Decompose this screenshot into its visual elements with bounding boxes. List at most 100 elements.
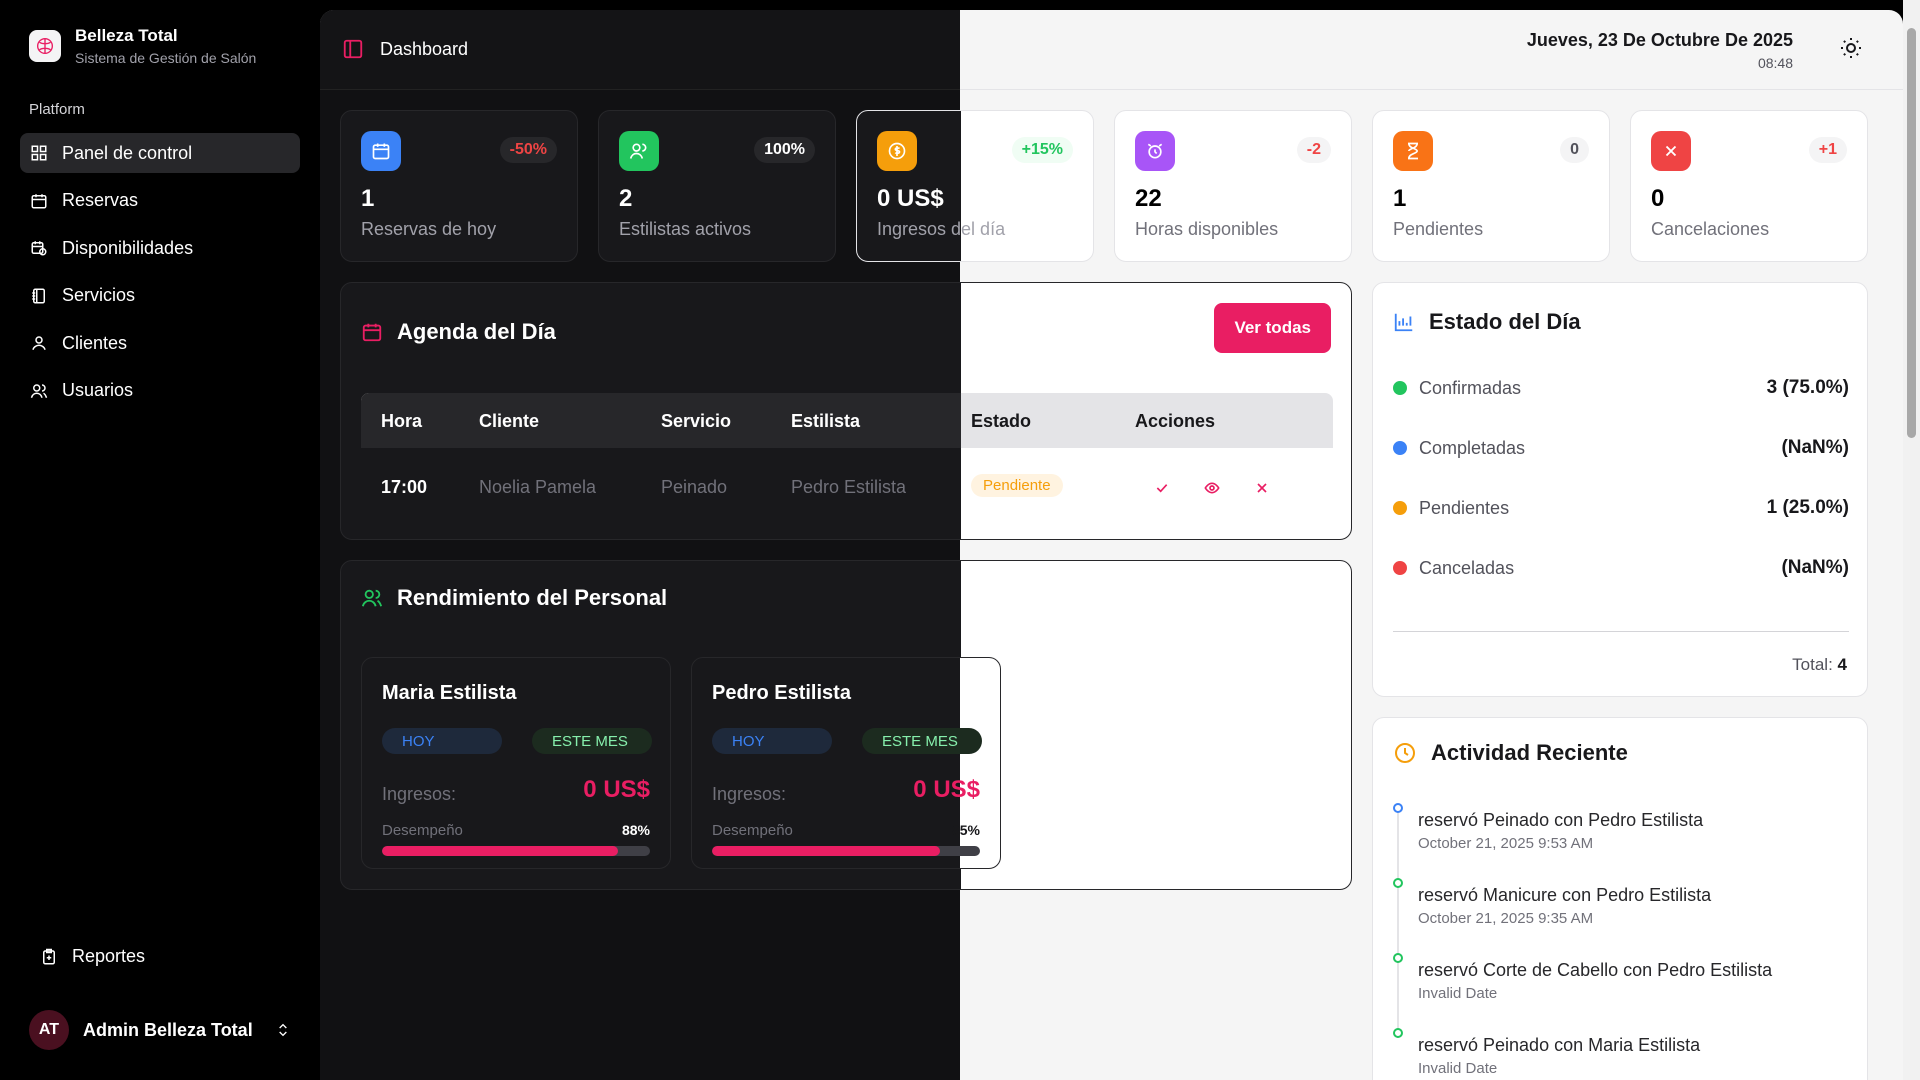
este-mes-tab[interactable]: ESTE MES [862,728,982,754]
brand-name: Belleza Total [75,26,178,45]
hoy-tab[interactable]: HOY [382,728,502,754]
performance-title: Rendimiento del Personal [361,585,667,611]
hourglass-icon [1393,131,1433,171]
performance-title-text: Rendimiento del Personal [397,585,668,610]
clock-icon [1395,743,1415,763]
breadcrumb: Dashboard [342,38,468,60]
performance-label: Desempeño [382,822,463,839]
staff-name: Pedro Estilista [712,682,851,704]
hoy-tab[interactable]: HOY [712,728,832,754]
agenda-title-text: Agenda del Día [397,319,556,344]
user-name: Admin Belleza Total [83,1019,253,1040]
page-scrollbar[interactable] [1903,0,1920,1080]
main-content: Dashboard Jueves, 23 De Octubre De 2025 … [320,10,1903,1080]
activity-title: Actividad Reciente [1393,740,1628,766]
sidebar-item-usuarios[interactable]: Usuarios [20,371,300,411]
sidebar-item-disponibilidades[interactable]: Disponibilidades [20,228,300,268]
activity-text: reservó Manicure con Pedro Estilista [1418,885,1712,905]
calendar-icon [361,131,401,171]
eye-icon[interactable] [1204,480,1220,496]
sidebar-item-clientes[interactable]: Clientes [20,323,300,363]
activity-card: Actividad Reciente reservó Peinado con P… [1372,717,1868,1080]
chevron-up-down-icon [279,1023,287,1037]
reports-label: Reportes [72,946,146,966]
column-header[interactable]: Servicio [661,411,731,432]
sidebar-item-label: Usuarios [62,380,134,401]
brand[interactable]: Belleza Total Sistema de Gestión de Saló… [29,26,256,66]
stat-card-cancelaciones: +1 0 Cancelaciones [1630,110,1868,262]
stat-card-pendientes: 0 1 Pendientes [1372,110,1610,262]
column-header[interactable]: Hora [381,411,422,432]
sidebar-item-label: Servicios [62,285,136,306]
estado-label: Canceladas [1419,557,1515,578]
sidebar-item-panel[interactable]: Panel de control [20,133,300,173]
performance-fill [382,846,618,856]
grid-icon [31,145,47,161]
agenda-card: Agenda del Día Ver todas Hora Cliente Se… [340,282,1352,540]
stat-value: 1 [361,185,375,212]
cancel-icon[interactable] [1254,480,1270,496]
activity-text: reservó Corte de Cabello con Pedro Estil… [1418,960,1773,980]
performance-bar [712,846,980,856]
date-display: Jueves, 23 De Octubre De 2025 08:48 [1527,30,1793,71]
current-date: Jueves, 23 De Octubre De 2025 [1526,30,1793,50]
stat-label: Estilistas activos [619,219,752,239]
ver-todas-button[interactable]: Ver todas [1214,303,1331,353]
sidebar-item-label: Panel de control [62,142,193,163]
calendar-icon [362,323,382,342]
este-mes-tab[interactable]: ESTE MES [532,728,652,754]
close-icon [1651,131,1691,171]
calendar-icon [31,193,47,209]
stat-card-reservas: -50% 1 Reservas de hoy [340,110,578,262]
staff-name: Maria Estilista [382,682,517,704]
column-header[interactable]: Estado [971,411,1031,432]
status-dot [1393,501,1407,515]
performance-bar [382,846,650,856]
activity-title-text: Actividad Reciente [1431,740,1628,765]
sun-icon [1841,38,1861,58]
table-header: Hora Cliente Servicio Estilista Estado A… [361,393,1333,448]
sidebar-item-reservas[interactable]: Reservas [20,181,300,221]
timeline-line [1397,888,1399,963]
estado-row: Canceladas (NaN%) [1393,557,1849,579]
stat-label: Reservas de hoy [361,219,497,239]
income-value: 0 US$ [913,776,980,803]
estado-row: Confirmadas 3 (75.0%) [1393,377,1849,399]
sidebar-item-label: Reservas [62,190,139,211]
activity-date: October 21, 2025 9:35 AM [1418,910,1594,927]
income-label: Ingresos: [712,784,787,804]
cell-cliente: Noelia Pamela [479,477,597,497]
stat-label: Cancelaciones [1651,219,1770,239]
calendar-clock-icon [31,241,47,256]
activity-date: Invalid Date [1418,985,1498,1002]
theme-toggle-button[interactable] [1839,36,1863,65]
confirm-icon[interactable] [1154,480,1170,496]
performance-label: Desempeño [712,822,793,839]
users-icon [619,131,659,171]
user-menu[interactable]: AT Admin Belleza Total [29,1010,291,1050]
cell-hora: 17:00 [381,477,428,497]
alarm-clock-icon [1135,131,1175,171]
stat-label: Horas disponibles [1135,219,1279,239]
column-header[interactable]: Estilista [791,411,860,432]
stat-value: 0 [1651,185,1665,212]
scrollbar-thumb[interactable] [1907,28,1916,438]
stat-value: 22 [1135,185,1162,212]
income-label: Ingresos: [382,784,457,804]
staff-card: Maria Estilista HOY ESTE MES Ingresos: 0… [361,657,671,869]
performance-fill [712,846,940,856]
activity-text: reservó Peinado con Maria Estilista [1418,1035,1701,1055]
sidebar-toggle-icon[interactable] [342,38,364,60]
timeline-dot [1393,803,1403,813]
cell-estilista: Pedro Estilista [791,477,907,497]
column-header[interactable]: Cliente [479,411,539,432]
total-label: Total: [1792,655,1833,674]
stat-badge: +1 [1808,137,1847,163]
timeline-line [1397,813,1399,888]
platform-label: Platform [29,101,85,118]
status-dot [1393,561,1407,575]
sidebar-item-servicios[interactable]: Servicios [20,276,300,316]
sidebar-item-reportes[interactable]: Reportes [40,946,145,967]
column-header[interactable]: Acciones [1135,411,1215,432]
estado-card: Estado del Día Confirmadas 3 (75.0%) Com… [1372,282,1868,697]
